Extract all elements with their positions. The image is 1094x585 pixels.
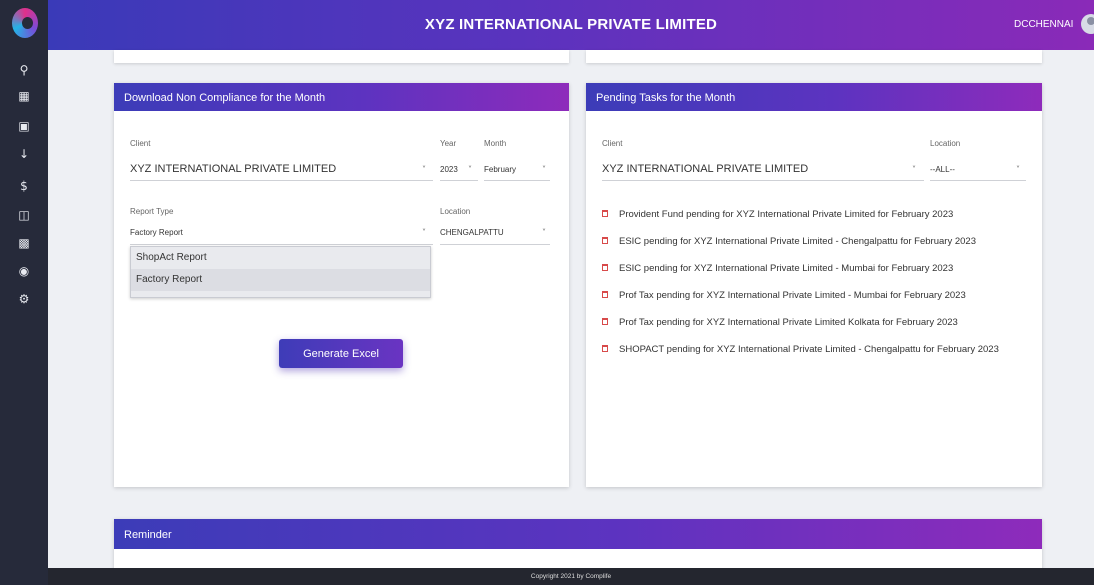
month-select[interactable]: February (484, 165, 516, 174)
client-label: Client (602, 139, 623, 148)
chevron-down-icon[interactable]: ˅ (422, 228, 426, 237)
location-label: Location (440, 207, 471, 216)
logo-icon[interactable] (12, 8, 38, 38)
location-label: Location (930, 139, 961, 148)
download-icon[interactable]: ↓ (0, 143, 48, 165)
pending-tasks-card: Pending Tasks for the Month Client XYZ I… (586, 83, 1042, 487)
search-icon[interactable]: ⚲ (0, 59, 48, 81)
report-type-underline (130, 244, 433, 245)
calendar-icon[interactable]: ▣ (0, 115, 48, 137)
year-select[interactable]: 2023 (440, 165, 458, 174)
username[interactable]: DCCHENNAI (1014, 19, 1073, 30)
client-label: Client (130, 139, 151, 148)
top-bar: XYZ INTERNATIONAL PRIVATE LIMITED DCCHEN… (48, 0, 1094, 50)
report-icon[interactable]: ◫ (0, 204, 48, 226)
calendar-icon (602, 318, 608, 325)
reminder-title: Reminder (114, 519, 1042, 549)
dropdown-option-factory[interactable]: Factory Report (131, 269, 430, 291)
year-label: Year (440, 139, 457, 148)
location-underline (930, 180, 1026, 181)
client-select[interactable]: XYZ INTERNATIONAL PRIVATE LIMITED (130, 163, 336, 175)
sidebar: ⚲ ▦ ▣ ↓ $ ◫ ▩ ◉ ⚙ (0, 0, 48, 585)
calendar-icon (602, 237, 608, 244)
client-underline (602, 180, 924, 181)
year-underline (440, 180, 478, 181)
dropdown-option-shopact[interactable]: ShopAct Report (131, 247, 430, 269)
report-type-select[interactable]: Factory Report (130, 228, 183, 237)
company-title: XYZ INTERNATIONAL PRIVATE LIMITED (424, 16, 718, 33)
client-underline (130, 180, 433, 181)
chevron-down-icon[interactable]: ˅ (422, 165, 426, 174)
card-above-left (114, 50, 569, 63)
download-noncompliance-card: Download Non Compliance for the Month Cl… (114, 83, 569, 487)
document-icon[interactable]: ▩ (0, 232, 48, 254)
location-underline (440, 244, 550, 245)
calendar-icon (602, 345, 608, 352)
calendar-icon (602, 264, 608, 271)
generate-excel-button[interactable]: Generate Excel (279, 339, 403, 368)
card-title: Pending Tasks for the Month (586, 83, 1042, 111)
settings-icon[interactable]: ⚙ (0, 288, 48, 310)
location-select[interactable]: --ALL-- (930, 165, 955, 174)
client-select[interactable]: XYZ INTERNATIONAL PRIVATE LIMITED (602, 163, 808, 175)
report-type-dropdown: ShopAct Report Factory Report (130, 246, 431, 298)
card-above-right (586, 50, 1042, 63)
chevron-down-icon[interactable]: ˅ (912, 165, 916, 174)
calendar-icon (602, 291, 608, 298)
chevron-down-icon[interactable]: ˅ (468, 165, 472, 174)
account-icon[interactable]: ◉ (0, 260, 48, 282)
chevron-down-icon[interactable]: ˅ (1016, 165, 1020, 174)
chevron-down-icon[interactable]: ˅ (542, 228, 546, 237)
calendar-icon (602, 210, 608, 217)
chevron-down-icon[interactable]: ˅ (542, 165, 546, 174)
dollar-icon[interactable]: $ (0, 175, 48, 197)
dashboard-icon[interactable]: ▦ (0, 85, 48, 107)
month-underline (484, 180, 550, 181)
card-title: Download Non Compliance for the Month (114, 83, 569, 111)
footer: Copyright 2021 by Complife (48, 568, 1094, 585)
month-label: Month (484, 139, 507, 148)
report-type-label: Report Type (130, 207, 174, 216)
avatar[interactable] (1081, 14, 1094, 34)
location-select[interactable]: CHENGALPATTU (440, 228, 504, 237)
